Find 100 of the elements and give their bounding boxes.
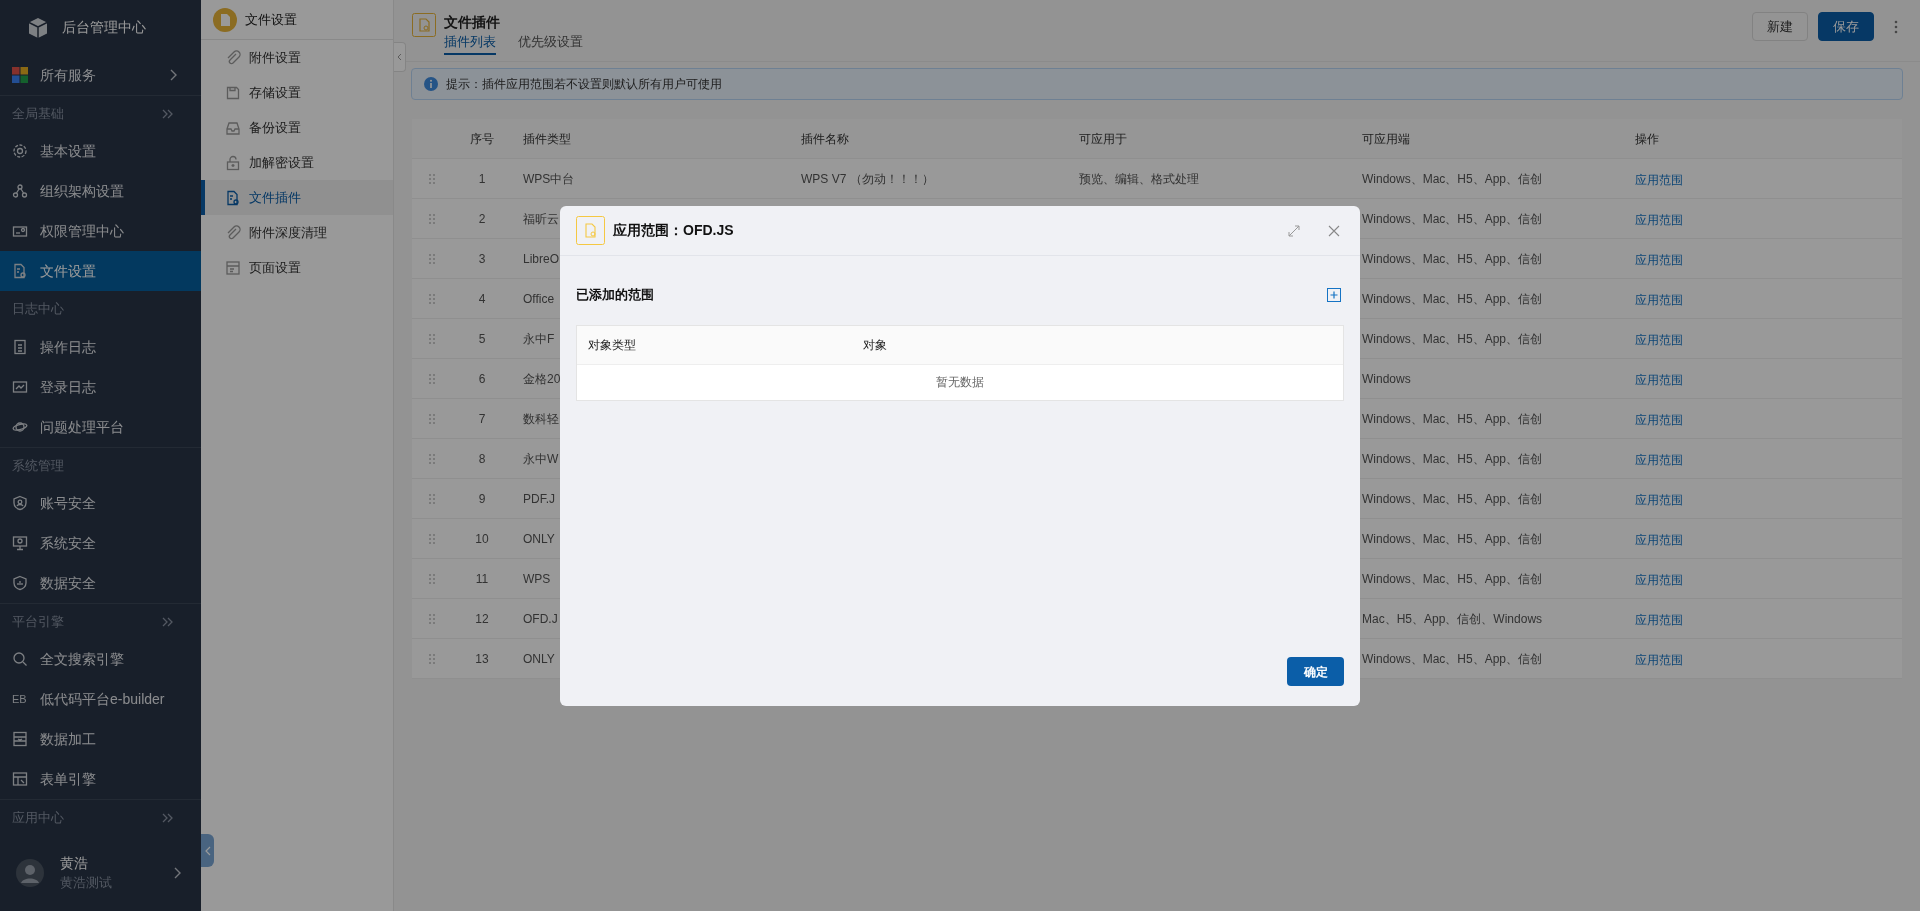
table-cell: Windows、Mac、H5、App、信创 (1362, 291, 1543, 306)
drag-handle-icon[interactable] (429, 493, 435, 504)
scope-link[interactable]: 应用范围 (1635, 292, 1683, 307)
sidebar-item[interactable]: EB 低代码平台e-builder (0, 679, 201, 719)
subnav-item[interactable]: 文件插件 (201, 180, 393, 215)
paperclip-icon (225, 49, 241, 66)
table-cell: 3 (478, 251, 486, 266)
tab[interactable]: 插件列表 (444, 33, 496, 55)
subnav-item[interactable]: 备份设置 (201, 110, 393, 145)
document-icon (412, 13, 436, 37)
table-cell: Windows、Mac、H5、App、信创 (1362, 571, 1543, 586)
org-chart-icon (12, 183, 28, 199)
notice-text: 提示：插件应用范围若不设置则默认所有用户可使用 (446, 76, 722, 93)
sidebar-item[interactable]: 组织架构设置 (0, 171, 201, 211)
table-cell: Windows、Mac、H5、App、信创 (1362, 651, 1543, 666)
sidebar-item[interactable]: 权限管理中心 (0, 211, 201, 251)
table-cell: Windows、Mac、H5、App、信创 (1362, 251, 1543, 266)
tab[interactable]: 优先级设置 (518, 33, 583, 55)
scope-link[interactable]: 应用范围 (1635, 252, 1683, 267)
save-button[interactable]: 保存 (1818, 12, 1874, 41)
sidebar-item[interactable]: 全文搜索引擎 (0, 639, 201, 679)
collapse-handle[interactable] (201, 834, 214, 867)
sidebar-item[interactable]: 数据安全 (0, 563, 201, 603)
search-icon (12, 651, 28, 667)
table-cell: 2 (478, 211, 486, 226)
monitor-icon (12, 535, 28, 551)
double-chevron-icon[interactable] (161, 107, 173, 120)
scope-link[interactable]: 应用范围 (1635, 652, 1683, 667)
double-chevron-icon[interactable] (161, 615, 173, 628)
drag-handle-icon[interactable] (429, 453, 435, 464)
table-cell: OFD.J (523, 611, 558, 626)
sidebar-item[interactable]: 问题处理平台 (0, 407, 201, 447)
gear-icon (12, 143, 28, 159)
sidebar-item[interactable]: 系统安全 (0, 523, 201, 563)
chevron-right-icon (168, 69, 177, 81)
eb-icon: EB (12, 690, 28, 708)
table-cell: Office (523, 291, 555, 306)
scope-link[interactable]: 应用范围 (1635, 612, 1683, 627)
scope-link[interactable]: 应用范围 (1635, 412, 1683, 427)
scope-link[interactable]: 应用范围 (1635, 452, 1683, 467)
table-cell: Windows、Mac、H5、App、信创 (1362, 451, 1543, 466)
document-icon (576, 216, 605, 245)
table-cell: WPS V7 （勿动！！！） (801, 171, 934, 186)
column-header: 操作 (1634, 130, 1660, 148)
collapse-tab[interactable] (394, 42, 406, 72)
document-icon (12, 263, 28, 279)
drag-handle-icon[interactable] (429, 613, 435, 624)
subnav-item[interactable]: 附件深度清理 (201, 215, 393, 250)
scope-link[interactable]: 应用范围 (1635, 172, 1683, 187)
shield-icon (12, 575, 28, 591)
subnav-item[interactable]: 附件设置 (201, 40, 393, 75)
sidebar-item[interactable]: 基本设置 (0, 131, 201, 171)
table-cell: 13 (475, 651, 489, 666)
scope-link[interactable]: 应用范围 (1635, 372, 1683, 387)
drag-handle-icon[interactable] (429, 293, 435, 304)
scope-link[interactable]: 应用范围 (1635, 572, 1683, 587)
new-button[interactable]: 新建 (1752, 12, 1808, 41)
confirm-button[interactable]: 确定 (1287, 657, 1344, 686)
add-icon[interactable] (1327, 287, 1341, 302)
scope-link[interactable]: 应用范围 (1635, 212, 1683, 227)
grid-icon (12, 67, 28, 83)
drag-handle-icon[interactable] (429, 533, 435, 544)
sidebar-item[interactable]: 操作日志 (0, 327, 201, 367)
scope-link[interactable]: 应用范围 (1635, 492, 1683, 507)
app-title: 后台管理中心 (62, 18, 146, 37)
cube-logo-icon (26, 15, 50, 40)
chevron-left-icon (204, 845, 211, 856)
drag-handle-icon[interactable] (429, 333, 435, 344)
avatar-icon (16, 859, 44, 887)
scope-link[interactable]: 应用范围 (1635, 332, 1683, 347)
drag-handle-icon[interactable] (429, 173, 435, 184)
drag-handle-icon[interactable] (429, 213, 435, 224)
table-cell: 12 (475, 611, 489, 626)
database-icon (12, 731, 28, 747)
page-title: 文件插件 (444, 13, 501, 31)
sidebar-item[interactable]: 数据加工 (0, 719, 201, 759)
close-icon[interactable] (1328, 224, 1340, 237)
empty-state-text: 暂无数据 (936, 374, 984, 391)
section-title: 已添加的范围 (576, 286, 654, 304)
all-services-item[interactable]: 所有服务 (0, 55, 201, 95)
drag-handle-icon[interactable] (429, 413, 435, 424)
subnav-item[interactable]: 加解密设置 (201, 145, 393, 180)
double-chevron-icon[interactable] (161, 811, 173, 824)
subnav-item[interactable]: 存储设置 (201, 75, 393, 110)
subnav-item[interactable]: 页面设置 (201, 250, 393, 285)
drag-handle-icon[interactable] (429, 253, 435, 264)
table-cell: 金格20 (523, 371, 561, 386)
sidebar-item[interactable]: 账号安全 (0, 483, 201, 523)
table-cell: ONLY (523, 531, 555, 546)
column-header: 序号 (469, 130, 495, 148)
table-cell: Windows、Mac、H5、App、信创 (1362, 171, 1543, 186)
expand-icon[interactable] (1288, 224, 1300, 237)
drag-handle-icon[interactable] (429, 573, 435, 584)
sidebar-item[interactable]: 表单引擎 (0, 759, 201, 799)
scope-link[interactable]: 应用范围 (1635, 532, 1683, 547)
sidebar-item[interactable]: 文件设置 (0, 251, 201, 291)
drag-handle-icon[interactable] (429, 373, 435, 384)
drag-handle-icon[interactable] (429, 653, 435, 664)
table-cell: 11 (475, 571, 489, 586)
sidebar-item[interactable]: 登录日志 (0, 367, 201, 407)
